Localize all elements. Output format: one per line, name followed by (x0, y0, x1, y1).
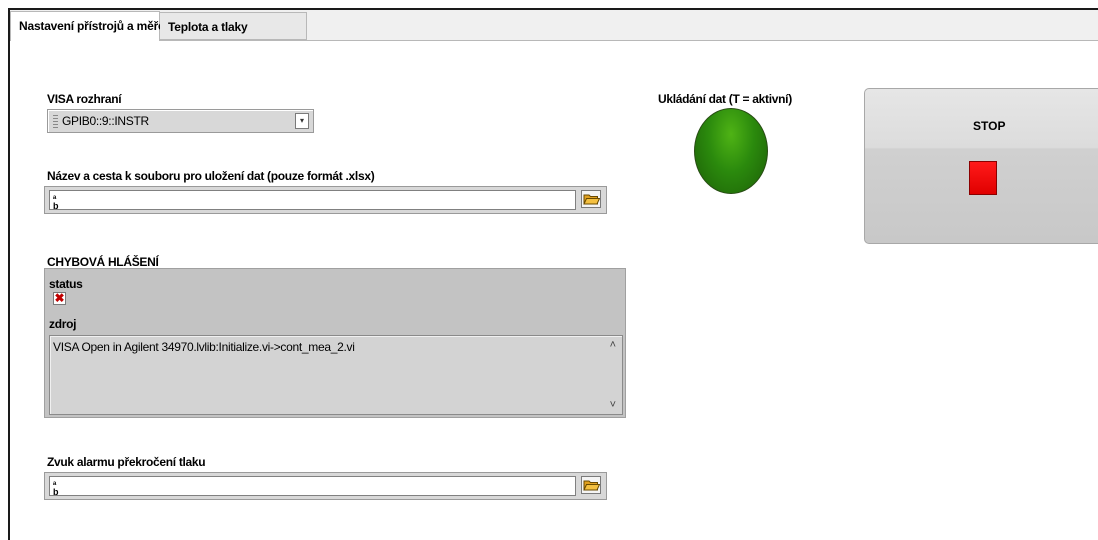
alarm-path-label: Zvuk alarmu překročení tlaku (47, 455, 206, 469)
stop-button-label: STOP (973, 119, 1006, 133)
file-path-label: Název a cesta k souboru pro uložení dat … (47, 169, 375, 183)
alarm-path-input[interactable] (49, 476, 576, 496)
error-source-text[interactable]: VISA Open in Agilent 34970.lvlib:Initial… (49, 335, 623, 415)
visa-resource-value: GPIB0::9::INSTR (62, 114, 149, 128)
tab-temperature-pressure[interactable]: Teplota a tlaky (160, 12, 307, 40)
error-source-label: zdroj (49, 317, 77, 331)
error-source-value: VISA Open in Agilent 34970.lvlib:Initial… (53, 340, 355, 354)
file-path-input[interactable] (49, 190, 576, 210)
grip-icon (53, 115, 58, 128)
error-cluster-title: CHYBOVÁ HLÁŠENÍ (47, 255, 159, 269)
window-frame-left (8, 8, 10, 540)
save-indicator-led (694, 108, 768, 194)
path-type-icon: ᵃb (53, 193, 59, 211)
folder-icon[interactable] (581, 476, 601, 494)
scroll-up-icon[interactable]: ˄ (610, 339, 616, 351)
alarm-path-control[interactable]: ᵃb (44, 472, 607, 500)
stop-button[interactable]: STOP (864, 88, 1098, 244)
error-cluster: status ✖ zdroj VISA Open in Agilent 3497… (44, 268, 626, 418)
visa-label: VISA rozhraní (47, 92, 122, 106)
chevron-down-icon[interactable]: ▾ (295, 113, 309, 129)
folder-icon[interactable] (581, 190, 601, 208)
path-type-icon: ᵃb (53, 479, 59, 497)
x-mark-icon: ✖ (53, 291, 66, 305)
tab-instrument-settings[interactable]: Nastavení přístrojů a měření (10, 11, 175, 41)
tab-bar-divider (160, 40, 1098, 41)
visa-resource-select[interactable]: GPIB0::9::INSTR ▾ (47, 109, 314, 133)
error-status-label: status (49, 277, 83, 291)
save-indicator-label: Ukládání dat (T = aktivní) (658, 92, 792, 106)
scroll-down-icon[interactable]: ˅ (610, 399, 616, 411)
stop-indicator-led (969, 161, 997, 195)
file-path-control[interactable]: ᵃb (44, 186, 607, 214)
